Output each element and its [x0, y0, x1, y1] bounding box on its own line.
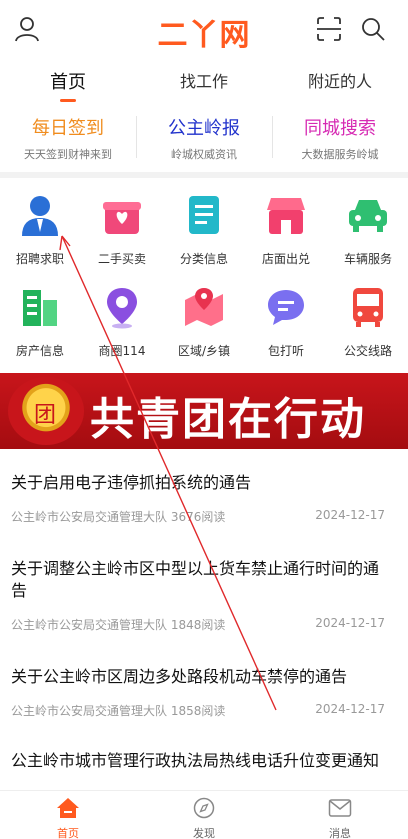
feature-city-search[interactable]: 同城搜索 大数据服务岭城: [272, 108, 408, 170]
bottom-nav: 首页 发现 消息: [0, 790, 408, 839]
nav-label: 发现: [193, 827, 215, 839]
feature-title: 公主岭报: [168, 118, 240, 139]
category-label: 房产信息: [15, 344, 64, 358]
category-secondhand[interactable]: 二手买卖: [82, 186, 162, 272]
category-bus-routes[interactable]: 公交线路: [328, 278, 408, 364]
feature-title: 同城搜索: [304, 118, 376, 139]
map-icon: [185, 288, 223, 326]
gift-icon: [103, 202, 141, 234]
category-vehicle[interactable]: 车辆服务: [328, 186, 408, 272]
promo-banner[interactable]: 团 共青团在行动: [0, 373, 408, 449]
category-label: 招聘求职: [15, 252, 64, 266]
nav-home[interactable]: 首页: [0, 791, 136, 839]
news-meta: 公主岭市公安局交通管理大队 1848阅读 2024-12-17: [11, 616, 385, 632]
nav-messages[interactable]: 消息: [272, 791, 408, 839]
feature-title: 每日签到: [32, 118, 104, 139]
news-source: 公主岭市公安局交通管理大队: [11, 704, 168, 718]
category-label: 店面出兑: [261, 252, 310, 266]
nav-discover[interactable]: 发现: [136, 791, 272, 839]
category-business-114[interactable]: 商圈114: [82, 278, 162, 364]
home-icon: [57, 798, 79, 818]
app-logo: 二丫网: [157, 18, 251, 53]
category-label: 二手买卖: [97, 252, 146, 266]
category-grid: 招聘求职 二手买卖 分类信息 店面出兑 车辆服务 房产信息 商圈114 区域/乡…: [0, 186, 408, 366]
category-shop-transfer[interactable]: 店面出兑: [246, 186, 326, 272]
banner-title: 共青团在行动: [90, 394, 366, 445]
tab-home[interactable]: 首页: [0, 60, 136, 104]
category-label: 商圈114: [98, 344, 146, 358]
tab-nearby-people[interactable]: 附近的人: [272, 60, 408, 104]
nav-label: 首页: [57, 827, 79, 839]
news-date: 2024-12-17: [315, 702, 385, 716]
person-icon: [22, 196, 58, 236]
category-real-estate[interactable]: 房产信息: [0, 278, 80, 364]
category-label: 包打听: [267, 344, 304, 358]
scan-icon[interactable]: [316, 16, 342, 42]
news-title: 关于公主岭市区周边多处路段机动车禁停的通告: [11, 667, 348, 686]
category-label: 区域/乡镇: [177, 344, 231, 358]
news-reads: 1848阅读: [170, 618, 226, 632]
feature-row: 每日签到 天天签到财神来到 公主岭报 岭城权威资讯 同城搜索 大数据服务岭城: [0, 108, 408, 170]
news-title: 关于调整公主岭市区中型以上货车禁止通行时间的通告: [11, 559, 380, 600]
category-classified[interactable]: 分类信息: [164, 186, 244, 272]
news-date: 2024-12-17: [315, 508, 385, 522]
main-tabs: 首页 找工作 附近的人: [0, 60, 408, 104]
bus-icon: [353, 288, 383, 327]
news-source: 公主岭市公安局交通管理大队: [11, 618, 168, 632]
news-date: 2024-12-17: [315, 616, 385, 630]
news-title: 关于启用电子违停抓拍系统的通告: [11, 473, 252, 492]
feature-daily-checkin[interactable]: 每日签到 天天签到财神来到: [0, 108, 136, 170]
news-item[interactable]: 关于启用电子违停抓拍系统的通告 公主岭市公安局交通管理大队 3676阅读 202…: [11, 472, 385, 524]
document-icon: [189, 196, 219, 234]
mail-icon: [328, 799, 352, 817]
compass-icon: [193, 797, 215, 819]
news-reads: 1858阅读: [170, 704, 226, 718]
category-label: 分类信息: [179, 252, 228, 266]
youth-league-emblem: 团: [8, 377, 84, 445]
section-divider: [0, 172, 408, 178]
news-item[interactable]: 关于调整公主岭市区中型以上货车禁止通行时间的通告 公主岭市公安局交通管理大队 1…: [11, 558, 385, 632]
news-meta: 公主岭市公安局交通管理大队 3676阅读 2024-12-17: [11, 508, 385, 524]
location-pin-icon: [107, 288, 137, 329]
car-icon: [349, 200, 387, 232]
category-inquiry[interactable]: 包打听: [246, 278, 326, 364]
category-label: 车辆服务: [343, 252, 392, 266]
feature-subtitle: 岭城权威资讯: [171, 148, 237, 161]
category-label: 公交线路: [343, 344, 392, 358]
feature-subtitle: 天天签到财神来到: [24, 148, 112, 161]
shop-icon: [267, 198, 305, 234]
category-region-town[interactable]: 区域/乡镇: [164, 278, 244, 364]
tab-find-job[interactable]: 找工作: [136, 60, 272, 104]
nav-label: 消息: [329, 827, 351, 839]
news-source: 公主岭市公安局交通管理大队: [11, 510, 168, 524]
news-meta: 公主岭市公安局交通管理大队 1858阅读 2024-12-17: [11, 702, 385, 718]
feature-newspaper[interactable]: 公主岭报 岭城权威资讯: [136, 108, 272, 170]
news-item[interactable]: 关于公主岭市区周边多处路段机动车禁停的通告 公主岭市公安局交通管理大队 1858…: [11, 666, 385, 718]
feature-subtitle: 大数据服务岭城: [301, 148, 379, 161]
news-reads: 3676阅读: [170, 510, 226, 524]
search-icon[interactable]: [360, 16, 386, 42]
chat-bubble-icon: [268, 290, 304, 325]
news-title: 公主岭市城市管理行政执法局热线电话升位变更通知: [11, 751, 380, 770]
category-recruitment[interactable]: 招聘求职: [0, 186, 80, 272]
emblem-text: 团: [34, 403, 57, 428]
news-item[interactable]: 公主岭市城市管理行政执法局热线电话升位变更通知: [11, 750, 385, 790]
building-icon: [23, 290, 57, 326]
top-bar: 二丫网: [0, 0, 408, 58]
